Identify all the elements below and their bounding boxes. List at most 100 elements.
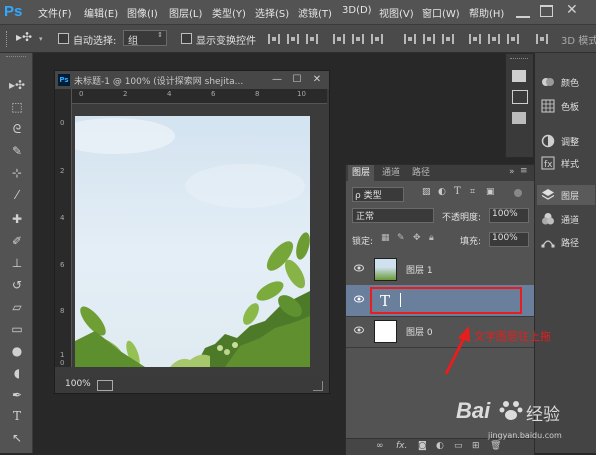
- lock-pixels-icon[interactable]: ✎: [397, 233, 405, 243]
- swatches-panel-icon: [541, 99, 555, 113]
- history-panel-icon[interactable]: [512, 70, 526, 82]
- move-tool-icon[interactable]: ▸✣: [9, 77, 25, 93]
- menu-filter[interactable]: 滤镜(T): [298, 5, 332, 20]
- filter-type-icon[interactable]: T: [454, 186, 461, 197]
- document-ps-icon: Ps: [58, 74, 70, 86]
- menu-type[interactable]: 类型(Y): [212, 5, 246, 20]
- menu-help[interactable]: 帮助(H): [469, 5, 504, 20]
- show-transform-checkbox[interactable]: [181, 33, 192, 44]
- distribute-vcenter-icon[interactable]: [423, 34, 435, 44]
- type-tool-icon[interactable]: T: [9, 408, 25, 424]
- resize-grip-icon[interactable]: [313, 381, 323, 391]
- pen-tool-icon[interactable]: ✒: [9, 387, 25, 403]
- info-panel-icon[interactable]: [512, 112, 526, 124]
- auto-select-checkbox[interactable]: [58, 33, 69, 44]
- dock-item-styles[interactable]: fx 样式: [537, 153, 595, 173]
- fill-input[interactable]: 100%: [489, 232, 529, 247]
- maximize-app-button[interactable]: [540, 5, 553, 17]
- healing-brush-tool-icon[interactable]: ✚: [9, 211, 25, 227]
- tab-layers[interactable]: 图层: [348, 165, 375, 181]
- menu-layer[interactable]: 图层(L): [169, 5, 202, 20]
- dock-label: 图层: [561, 192, 580, 202]
- opacity-label: 不透明度:: [442, 213, 482, 223]
- dock-item-adjustments[interactable]: 调整: [537, 131, 595, 151]
- lock-transparent-icon[interactable]: ▦: [381, 233, 390, 243]
- dock-item-layers[interactable]: 图层: [537, 185, 595, 205]
- zoom-level[interactable]: 100%: [65, 379, 91, 389]
- dock-item-channels[interactable]: 通道: [537, 209, 595, 229]
- close-app-button[interactable]: ✕: [566, 2, 578, 18]
- visibility-eye-icon[interactable]: [354, 326, 364, 334]
- add-mask-icon[interactable]: ◙: [418, 441, 427, 451]
- properties-panel-icon[interactable]: [512, 90, 528, 104]
- status-info-icon[interactable]: [97, 380, 113, 391]
- menu-image[interactable]: 图像(I): [127, 5, 158, 20]
- distribute-top-icon[interactable]: [404, 34, 416, 44]
- history-brush-tool-icon[interactable]: ↺: [9, 277, 25, 293]
- layer-row-1[interactable]: 图层 1: [346, 254, 534, 286]
- doc-maximize-button[interactable]: ☐: [290, 73, 304, 86]
- distribute-left-icon[interactable]: [469, 34, 481, 44]
- layer-filter-dropdown[interactable]: ρ 类型: [352, 187, 404, 202]
- tab-channels[interactable]: 通道: [378, 165, 404, 181]
- panel-menu-icon[interactable]: ≡: [520, 166, 528, 176]
- move-tool-icon[interactable]: ▸✣: [16, 30, 32, 44]
- auto-select-dropdown[interactable]: 组 ⇕: [123, 30, 167, 47]
- brush-tool-icon[interactable]: ✐: [9, 233, 25, 249]
- menu-view[interactable]: 视图(V): [379, 5, 414, 20]
- gradient-tool-icon[interactable]: ▭: [9, 321, 25, 337]
- eyedropper-tool-icon[interactable]: ⁄: [9, 187, 25, 203]
- blend-mode-dropdown[interactable]: 正常: [352, 208, 434, 223]
- document-titlebar[interactable]: Ps 未标题-1 @ 100% (设计探索网 shejita... — ☐ ✕: [55, 71, 329, 89]
- dock-item-swatches[interactable]: 色板: [537, 96, 595, 116]
- visibility-eye-icon[interactable]: [354, 295, 364, 303]
- menu-3d[interactable]: 3D(D): [342, 5, 372, 16]
- align-vcenter-icon[interactable]: [287, 34, 299, 44]
- quick-select-tool-icon[interactable]: ✎: [9, 143, 25, 159]
- align-top-icon[interactable]: [268, 34, 280, 44]
- link-layers-icon[interactable]: ∞: [376, 441, 384, 451]
- tool-preset-chevron-icon[interactable]: ▾: [39, 35, 43, 43]
- align-left-icon[interactable]: [333, 34, 345, 44]
- menu-select[interactable]: 选择(S): [255, 5, 289, 20]
- doc-minimize-button[interactable]: —: [270, 73, 284, 86]
- menu-window[interactable]: 窗口(W): [422, 5, 460, 20]
- blur-tool-icon[interactable]: ●: [9, 343, 25, 359]
- clone-stamp-tool-icon[interactable]: ⊥: [9, 255, 25, 271]
- filter-pixel-icon[interactable]: ▨: [422, 187, 431, 197]
- filter-toggle[interactable]: [514, 189, 522, 197]
- document-canvas[interactable]: [75, 116, 310, 367]
- marquee-tool-icon[interactable]: ⬚: [9, 99, 25, 115]
- layer-row-type-selected[interactable]: T: [346, 285, 534, 317]
- dock-item-paths[interactable]: 路径: [537, 232, 595, 252]
- path-select-tool-icon[interactable]: ↖: [9, 430, 25, 446]
- align-bottom-icon[interactable]: [306, 34, 318, 44]
- lock-all-icon[interactable]: 🔒︎: [429, 233, 434, 243]
- dodge-tool-icon[interactable]: ◖: [9, 365, 25, 381]
- menu-file[interactable]: 文件(F): [38, 5, 72, 20]
- dock-item-color[interactable]: 颜色: [537, 72, 595, 92]
- align-right-icon[interactable]: [371, 34, 383, 44]
- distribute-bottom-icon[interactable]: [442, 34, 454, 44]
- filter-shape-icon[interactable]: ⌗: [470, 187, 475, 197]
- filter-smart-object-icon[interactable]: ▣: [486, 187, 495, 197]
- opacity-input[interactable]: 100%: [489, 208, 529, 223]
- lasso-tool-icon[interactable]: ᘓ: [9, 121, 25, 137]
- distribute-hcenter-icon[interactable]: [488, 34, 500, 44]
- doc-close-button[interactable]: ✕: [310, 73, 324, 86]
- menu-edit[interactable]: 编辑(E): [84, 5, 118, 20]
- auto-align-icon[interactable]: [536, 34, 548, 44]
- photoshop-logo: Ps: [4, 3, 23, 20]
- align-hcenter-icon[interactable]: [352, 34, 364, 44]
- distribute-right-icon[interactable]: [507, 34, 519, 44]
- minimize-app-button[interactable]: [516, 6, 530, 18]
- eraser-tool-icon[interactable]: ▱: [9, 299, 25, 315]
- filter-adjustment-icon[interactable]: ◐: [438, 187, 446, 197]
- add-style-icon[interactable]: fx.: [396, 441, 407, 451]
- tab-paths[interactable]: 路径: [408, 165, 434, 181]
- crop-tool-icon[interactable]: ⊹: [9, 165, 25, 181]
- menu-bar: Ps 文件(F) 编辑(E) 图像(I) 图层(L) 类型(Y) 选择(S) 滤…: [0, 0, 596, 25]
- lock-position-icon[interactable]: ✥: [413, 233, 421, 243]
- collapse-icon[interactable]: »: [509, 167, 515, 177]
- visibility-eye-icon[interactable]: [354, 264, 364, 272]
